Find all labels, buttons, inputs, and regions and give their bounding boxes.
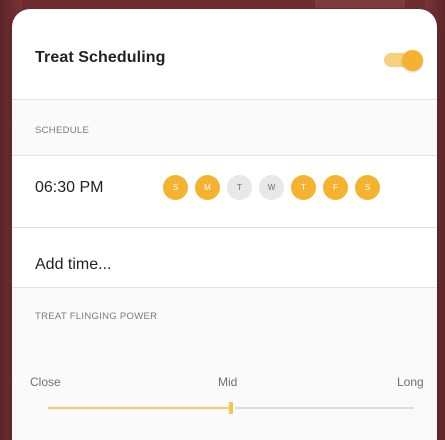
power-section: TREAT FLINGING POWER — [12, 288, 437, 440]
day-chip[interactable]: T — [227, 175, 252, 200]
treat-scheduling-row[interactable]: Treat Scheduling — [12, 9, 437, 99]
schedule-time[interactable]: 06:30 PM — [35, 179, 103, 197]
background-hint — [315, 0, 405, 8]
day-chip[interactable]: F — [323, 175, 348, 200]
divider — [12, 155, 437, 156]
schedule-header-label: SCHEDULE — [35, 125, 90, 136]
divider — [12, 227, 437, 228]
day-chip[interactable]: S — [355, 175, 380, 200]
slider-active-track — [48, 407, 231, 409]
slider-thumb[interactable] — [229, 402, 233, 414]
power-label-close: Close — [30, 375, 61, 389]
power-slider[interactable] — [48, 401, 414, 415]
day-chip[interactable]: M — [195, 175, 220, 200]
add-time-button[interactable]: Add time... — [35, 256, 111, 274]
settings-card: Treat Scheduling SCHEDULE 06:30 PM SMTWT… — [12, 9, 437, 440]
day-chip[interactable]: T — [291, 175, 316, 200]
power-label-long: Long — [397, 375, 424, 389]
day-selector: SMTWTFS — [163, 175, 380, 201]
schedule-section-header: SCHEDULE — [12, 100, 437, 155]
power-header-label: TREAT FLINGING POWER — [35, 311, 158, 322]
toggle-thumb — [402, 50, 423, 71]
power-label-mid: Mid — [218, 375, 238, 389]
treat-scheduling-toggle[interactable] — [384, 50, 424, 71]
day-chip[interactable]: S — [163, 175, 188, 200]
treat-scheduling-label: Treat Scheduling — [35, 49, 166, 66]
day-chip[interactable]: W — [259, 175, 284, 200]
slider-inactive-track — [235, 407, 414, 409]
